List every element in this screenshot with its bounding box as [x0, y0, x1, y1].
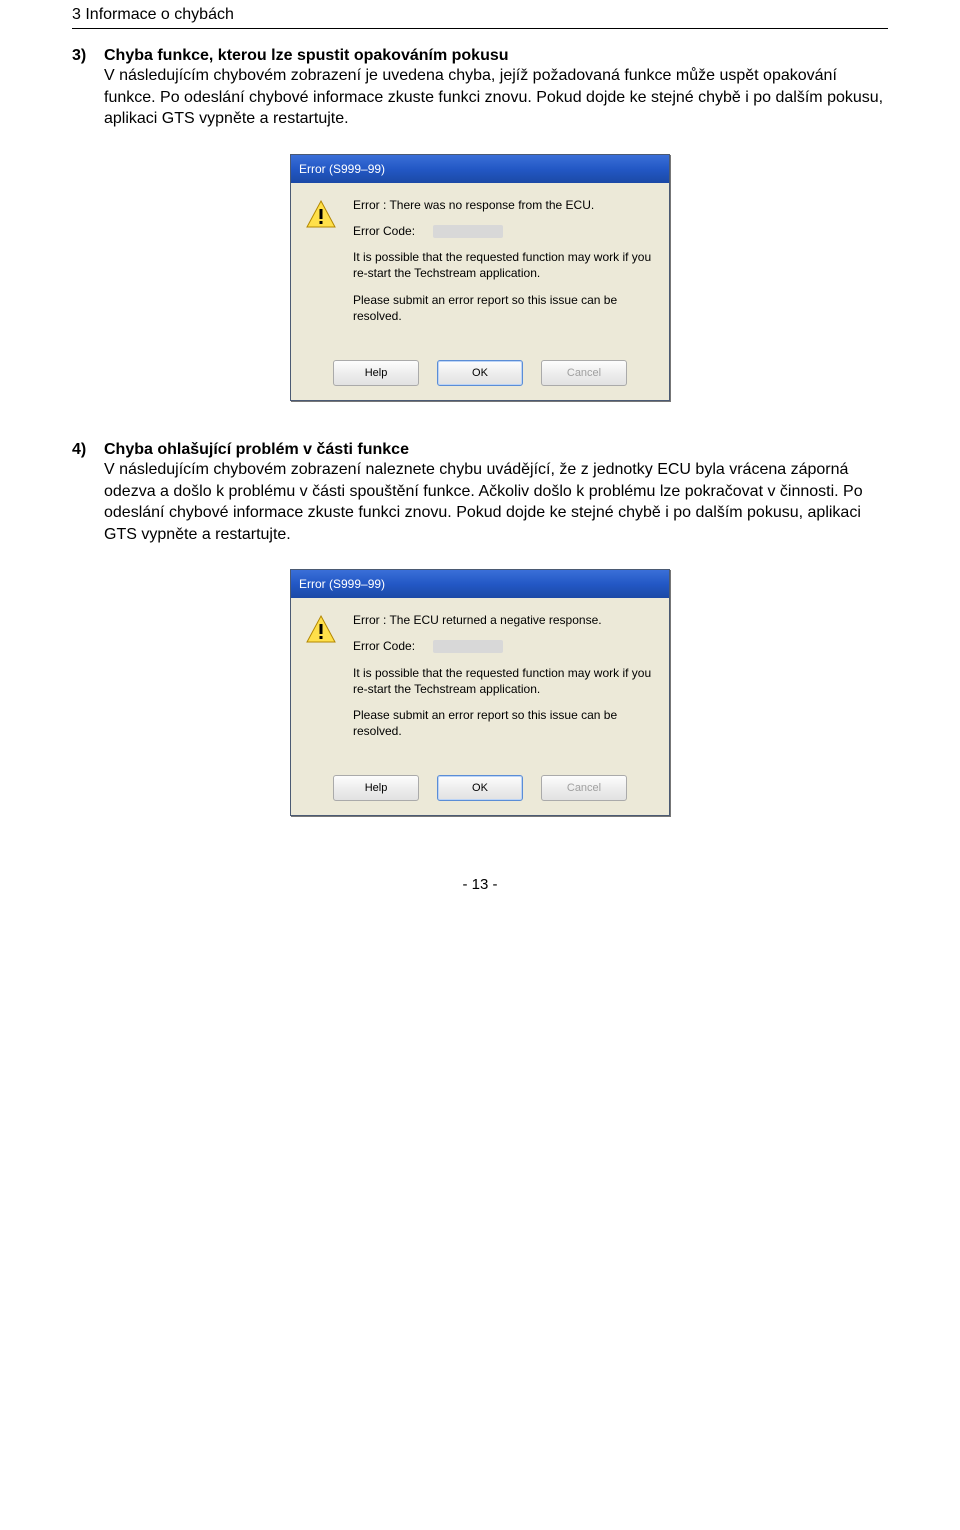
warning-icon: [305, 199, 337, 231]
error-message-line1: Error : There was no response from the E…: [353, 197, 653, 213]
error-message-line3: Please submit an error report so this is…: [353, 707, 653, 739]
item-number: 3): [72, 47, 104, 65]
error-code-label: Error Code:: [353, 638, 415, 654]
ok-button[interactable]: OK: [437, 360, 523, 386]
error-code-label: Error Code:: [353, 223, 415, 239]
cancel-button: Cancel: [541, 360, 627, 386]
dialog-screenshot-2: Error (S999–99) Error : The ECU returned…: [72, 569, 888, 816]
item-title: Chyba ohlašující problém v části funkce: [104, 441, 409, 459]
item-body: V následujícím chybovém zobrazení nalezn…: [104, 459, 888, 545]
item-4: 4) Chyba ohlašující problém v části funk…: [72, 441, 888, 545]
error-message-line1: Error : The ECU returned a negative resp…: [353, 612, 653, 628]
error-message-line2: It is possible that the requested functi…: [353, 665, 653, 697]
dialog-screenshot-1: Error (S999–99) Error : There was no res…: [72, 154, 888, 401]
error-dialog: Error (S999–99) Error : There was no res…: [290, 154, 670, 401]
cancel-button: Cancel: [541, 775, 627, 801]
dialog-button-bar: Help OK Cancel: [291, 755, 669, 815]
dialog-title: Error (S999–99): [299, 577, 385, 591]
help-button[interactable]: Help: [333, 775, 419, 801]
page-header: 3 Informace o chybách: [72, 0, 888, 29]
dialog-button-bar: Help OK Cancel: [291, 340, 669, 400]
error-message-line3: Please submit an error report so this is…: [353, 292, 653, 324]
error-code-value-redacted: [433, 225, 503, 238]
page-number: - 13 -: [72, 876, 888, 893]
error-dialog: Error (S999–99) Error : The ECU returned…: [290, 569, 670, 816]
error-code-value-redacted: [433, 640, 503, 653]
document-page: 3 Informace o chybách 3) Chyba funkce, k…: [0, 0, 960, 923]
warning-icon: [305, 614, 337, 646]
item-title: Chyba funkce, kterou lze spustit opaková…: [104, 47, 509, 65]
item-number: 4): [72, 441, 104, 459]
help-button[interactable]: Help: [333, 360, 419, 386]
dialog-titlebar: Error (S999–99): [291, 570, 669, 598]
error-message-line2: It is possible that the requested functi…: [353, 249, 653, 281]
ok-button[interactable]: OK: [437, 775, 523, 801]
dialog-title: Error (S999–99): [299, 162, 385, 176]
item-body: V následujícím chybovém zobrazení je uve…: [104, 65, 888, 130]
item-3: 3) Chyba funkce, kterou lze spustit opak…: [72, 47, 888, 130]
dialog-titlebar: Error (S999–99): [291, 155, 669, 183]
